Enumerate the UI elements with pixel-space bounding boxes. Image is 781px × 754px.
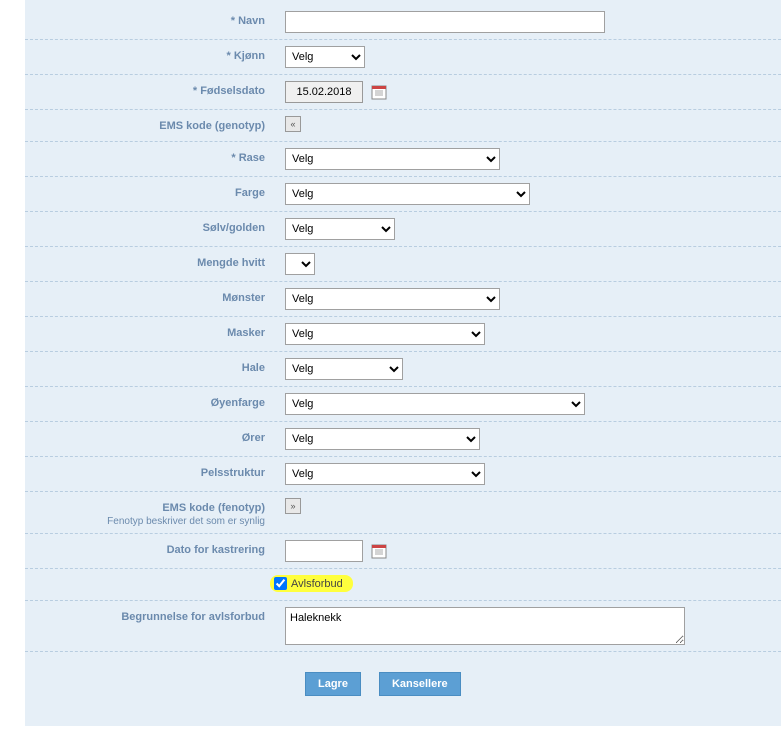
mengde-hvitt-select[interactable] [285, 253, 315, 275]
navn-input[interactable] [285, 11, 605, 33]
row-fodselsdato: * Fødselsdato [25, 75, 781, 110]
label-ems-genotyp: EMS kode (genotyp) [25, 116, 285, 132]
cancel-button[interactable]: Kansellere [379, 672, 461, 696]
label-monster: Mønster [25, 288, 285, 304]
label-kjonn: * Kjønn [25, 46, 285, 62]
sublabel-ems-fenotyp: Fenotyp beskriver det som er synlig [25, 516, 265, 527]
label-ems-fenotyp: EMS kode (fenotyp) [162, 502, 265, 514]
row-rase: * Rase Velg [25, 142, 781, 177]
calendar-icon[interactable] [371, 543, 387, 559]
row-masker: Masker Velg [25, 317, 781, 352]
label-mengde-hvitt: Mengde hvitt [25, 253, 285, 269]
oyenfarge-select[interactable]: Velg [285, 393, 585, 415]
label-orer: Ører [25, 428, 285, 444]
row-solv-golden: Sølv/golden Velg [25, 212, 781, 247]
row-begrunnelse: Begrunnelse for avlsforbud [25, 601, 781, 652]
expand-genotyp-icon[interactable]: « [285, 116, 301, 132]
fodselsdato-input[interactable] [285, 81, 363, 103]
kjonn-select[interactable]: Velg [285, 46, 365, 68]
masker-select[interactable]: Velg [285, 323, 485, 345]
avlsforbud-highlight: Avlsforbud [270, 575, 353, 592]
row-mengde-hvitt: Mengde hvitt [25, 247, 781, 282]
label-oyenfarge: Øyenfarge [25, 393, 285, 409]
farge-select[interactable]: Velg [285, 183, 530, 205]
row-farge: Farge Velg [25, 177, 781, 212]
label-pelsstruktur: Pelsstruktur [25, 463, 285, 479]
row-navn: * Navn [25, 5, 781, 40]
rase-select[interactable]: Velg [285, 148, 500, 170]
label-masker: Masker [25, 323, 285, 339]
buttons-row: Lagre Kansellere [25, 652, 781, 696]
row-ems-genotyp: EMS kode (genotyp) « [25, 110, 781, 142]
avlsforbud-label: Avlsforbud [291, 578, 343, 590]
row-orer: Ører Velg [25, 422, 781, 457]
hale-select[interactable]: Velg [285, 358, 403, 380]
form-container: * Navn * Kjønn Velg * Fødselsdato EMS ko… [25, 0, 781, 726]
save-button[interactable]: Lagre [305, 672, 361, 696]
solv-golden-select[interactable]: Velg [285, 218, 395, 240]
row-dato-kastrering: Dato for kastrering [25, 534, 781, 569]
label-fodselsdato: * Fødselsdato [25, 81, 285, 97]
row-pelsstruktur: Pelsstruktur Velg [25, 457, 781, 492]
row-hale: Hale Velg [25, 352, 781, 387]
row-oyenfarge: Øyenfarge Velg [25, 387, 781, 422]
row-ems-fenotyp: EMS kode (fenotyp) Fenotyp beskriver det… [25, 492, 781, 534]
orer-select[interactable]: Velg [285, 428, 480, 450]
avlsforbud-checkbox[interactable] [274, 577, 287, 590]
expand-fenotyp-icon[interactable]: » [285, 498, 301, 514]
row-monster: Mønster Velg [25, 282, 781, 317]
label-navn: * Navn [25, 11, 285, 27]
row-kjonn: * Kjønn Velg [25, 40, 781, 75]
label-dato-kastrering: Dato for kastrering [25, 540, 285, 556]
label-solv-golden: Sølv/golden [25, 218, 285, 234]
row-avlsforbud: Avlsforbud [25, 569, 781, 601]
dato-kastrering-input[interactable] [285, 540, 363, 562]
begrunnelse-textarea[interactable] [285, 607, 685, 645]
label-begrunnelse: Begrunnelse for avlsforbud [25, 607, 285, 623]
label-hale: Hale [25, 358, 285, 374]
label-rase: * Rase [25, 148, 285, 164]
pelsstruktur-select[interactable]: Velg [285, 463, 485, 485]
label-farge: Farge [25, 183, 285, 199]
calendar-icon[interactable] [371, 84, 387, 100]
monster-select[interactable]: Velg [285, 288, 500, 310]
